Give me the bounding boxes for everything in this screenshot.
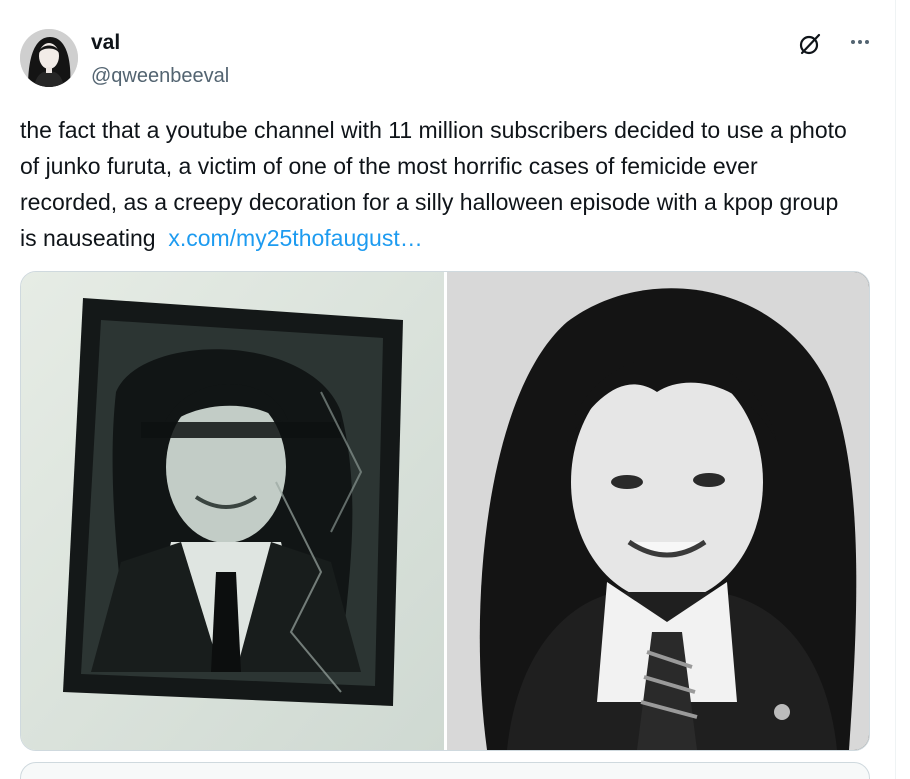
handle[interactable]: @qweenbeeval [91,62,229,90]
media-grid [20,271,870,751]
photo-image [21,272,444,750]
photo-image [447,272,869,750]
quoted-tweet-card[interactable] [20,762,870,779]
media-image-left[interactable] [21,272,447,750]
grok-icon[interactable] [798,32,822,56]
column-border [895,0,896,779]
avatar-image [20,29,78,87]
tweet-text: the fact that a youtube channel with 11 … [20,112,850,256]
tweet-body: the fact that a youtube channel with 11 … [20,117,847,251]
more-icon[interactable] [848,30,872,54]
author-names: val @qweenbeeval [91,30,229,90]
media-image-right[interactable] [447,272,869,750]
tweet-page: val @qweenbeeval the fact that a youtube… [0,0,910,779]
tweet-header: val @qweenbeeval [20,26,874,92]
avatar[interactable] [20,29,78,87]
tweet-link[interactable]: x.com/my25thofaugust… [168,225,422,251]
display-name[interactable]: val [91,30,229,56]
